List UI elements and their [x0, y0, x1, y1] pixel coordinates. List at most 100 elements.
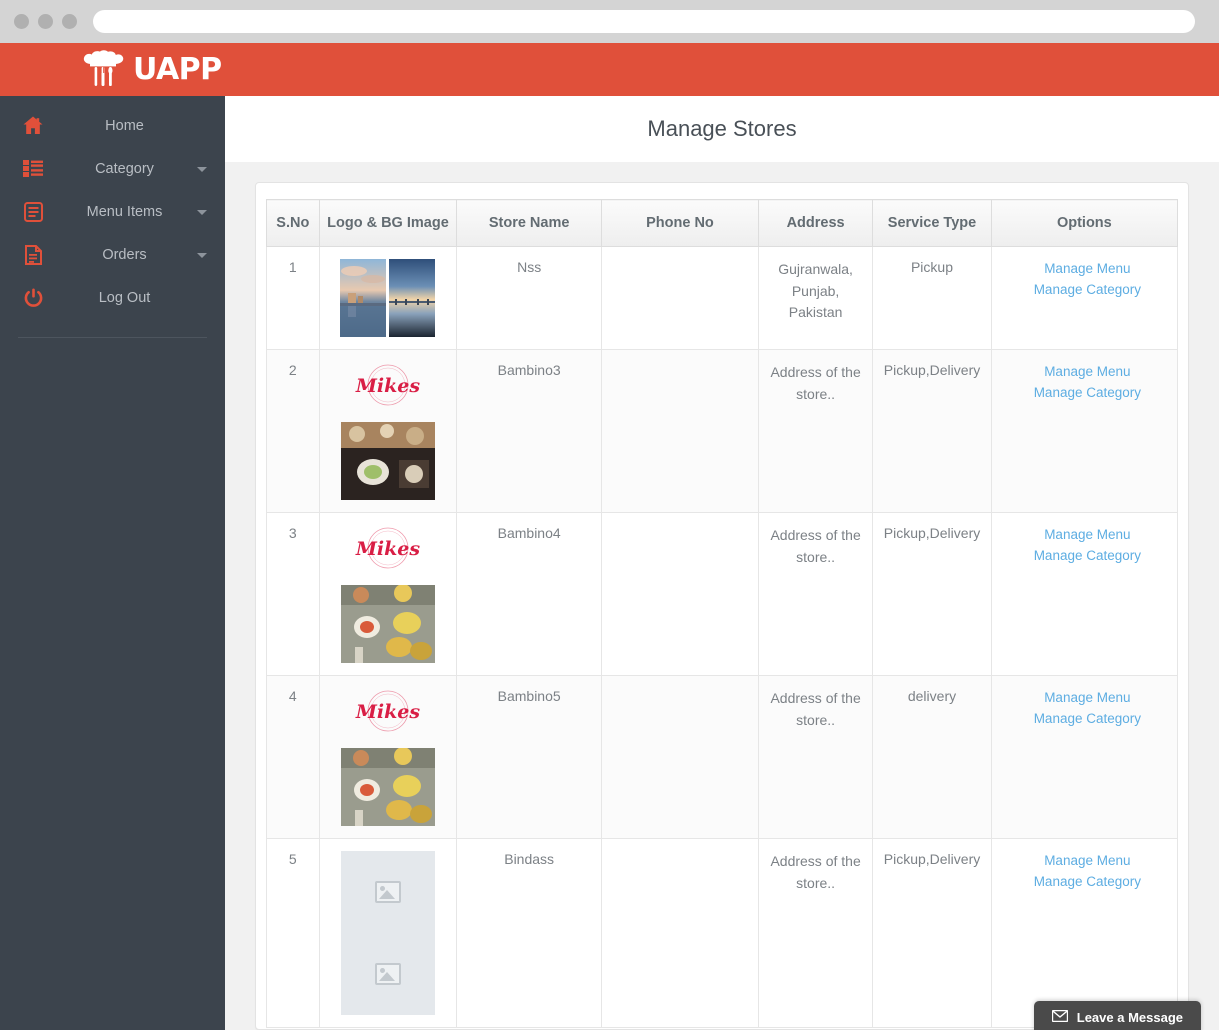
document-icon — [12, 244, 54, 265]
sidebar-item-menu-items[interactable]: Menu Items — [0, 190, 225, 233]
column-header-phone: Phone No — [601, 199, 759, 247]
stores-card-panel: S.No Logo & BG Image Store Name Phone No… — [255, 182, 1189, 1030]
manage-category-link[interactable]: Manage Category — [1006, 280, 1169, 301]
sidebar-item-home[interactable]: Home — [0, 104, 225, 147]
app-header: UAPP — [0, 43, 1219, 96]
cell-store-name: Bambino5 — [456, 675, 603, 839]
chat-widget-label: Leave a Message — [1076, 1010, 1183, 1025]
column-header-sno: S.No — [266, 199, 320, 247]
minimize-dot-icon[interactable] — [38, 14, 53, 29]
store-image-thumbnails — [328, 259, 449, 337]
menu-book-icon — [12, 201, 54, 222]
leave-a-message-widget[interactable]: Leave a Message — [1033, 1001, 1201, 1030]
sidebar-item-orders[interactable]: Orders — [0, 233, 225, 276]
column-header-logo: Logo & BG Image — [318, 199, 458, 247]
store-image-thumbnails — [328, 851, 449, 1015]
envelope-icon — [1051, 1009, 1068, 1025]
column-header-options: Options — [990, 199, 1179, 247]
manage-menu-link[interactable]: Manage Menu — [1006, 362, 1169, 383]
window-controls — [14, 14, 77, 29]
manage-menu-link[interactable]: Manage Menu — [1006, 259, 1169, 280]
manage-category-link[interactable]: Manage Category — [1006, 872, 1169, 893]
cell-sno: 1 — [266, 246, 320, 350]
chevron-down-icon — [197, 252, 207, 258]
cell-options: Manage Menu Manage Category — [990, 349, 1179, 513]
broken-image-icon — [374, 881, 401, 903]
cell-store-name: Bambino4 — [456, 512, 603, 676]
manage-menu-link[interactable]: Manage Menu — [1006, 851, 1169, 872]
page-title: Manage Stores — [647, 116, 797, 141]
table-row: 5 Bindass Address of the store.. Pickup,… — [266, 838, 1179, 1028]
cell-phone — [601, 512, 759, 676]
cell-service-type: Pickup,Delivery — [872, 838, 992, 1028]
sidebar-navigation: Home Category Menu Items Orders Log Out — [0, 96, 225, 1030]
maximize-dot-icon[interactable] — [62, 14, 77, 29]
cell-store-name: Bambino3 — [456, 349, 603, 513]
cell-sno: 3 — [266, 512, 320, 676]
cell-service-type: Pickup — [872, 246, 992, 350]
cell-service-type: Pickup,Delivery — [872, 349, 992, 513]
cell-options: Manage Menu Manage Category — [990, 675, 1179, 839]
broken-image-icon — [374, 963, 401, 985]
column-header-store-name: Store Name — [456, 199, 603, 247]
stores-table-head: S.No Logo & BG Image Store Name Phone No… — [266, 199, 1179, 247]
sidebar-item-log-out[interactable]: Log Out — [0, 276, 225, 319]
content-area: S.No Logo & BG Image Store Name Phone No… — [225, 162, 1219, 1030]
sidebar-item-label: Home — [105, 117, 144, 134]
address-bar-input[interactable] — [93, 10, 1195, 33]
manage-menu-link[interactable]: Manage Menu — [1006, 688, 1169, 709]
cell-logo-bg-image — [318, 246, 458, 350]
main-content: Manage Stores S.No Logo & BG Image Store… — [225, 96, 1219, 1030]
chef-hat-utensils-icon — [80, 49, 126, 90]
close-dot-icon[interactable] — [14, 14, 29, 29]
sidebar-item-label: Log Out — [98, 289, 151, 306]
svg-text:Mikes: Mikes — [355, 701, 421, 723]
cell-store-name: Nss — [456, 246, 603, 350]
cell-phone — [601, 246, 759, 350]
cell-phone — [601, 838, 759, 1028]
store-logo-image: Mikes — [355, 527, 421, 569]
cell-sno: 4 — [266, 675, 320, 839]
table-row: 4 Mikes Bambino5 Address of the store.. … — [266, 675, 1179, 839]
sidebar-item-category[interactable]: Category — [0, 147, 225, 190]
page-body: Home Category Menu Items Orders Log Out … — [0, 96, 1219, 1030]
home-icon — [12, 116, 54, 135]
chevron-down-icon — [197, 166, 207, 172]
brand-name: UAPP — [133, 52, 222, 87]
cell-phone — [601, 675, 759, 839]
manage-category-link[interactable]: Manage Category — [1006, 709, 1169, 730]
table-row: 1 Nss Gujranwala, Punjab, Pakistan Picku… — [266, 246, 1179, 350]
cell-service-type: delivery — [872, 675, 992, 839]
cell-service-type: Pickup,Delivery — [872, 512, 992, 676]
column-header-address: Address — [757, 199, 874, 247]
table-row: 2 Mikes Bambino3 Address of the store.. … — [266, 349, 1179, 513]
store-logo-image: Mikes — [355, 690, 421, 732]
cell-logo-bg-image: Mikes — [318, 512, 458, 676]
manage-menu-link[interactable]: Manage Menu — [1006, 525, 1169, 546]
cell-address: Address of the store.. — [757, 349, 874, 513]
page-title-band: Manage Stores — [225, 96, 1219, 162]
stores-table: S.No Logo & BG Image Store Name Phone No… — [266, 199, 1179, 1028]
table-row: 3 Mikes Bambino4 Address of the store.. … — [266, 512, 1179, 676]
cell-address: Address of the store.. — [757, 512, 874, 676]
cell-sno: 2 — [266, 349, 320, 513]
store-bg-image — [389, 259, 436, 337]
table-header-row: S.No Logo & BG Image Store Name Phone No… — [266, 199, 1179, 247]
cell-address: Address of the store.. — [757, 675, 874, 839]
cell-options: Manage Menu Manage Category — [990, 512, 1179, 676]
manage-category-link[interactable]: Manage Category — [1006, 383, 1169, 404]
cell-phone — [601, 349, 759, 513]
cell-address: Address of the store.. — [757, 838, 874, 1028]
store-logo-image — [340, 259, 387, 337]
svg-text:Mikes: Mikes — [355, 538, 421, 560]
browser-chrome-bar — [0, 0, 1219, 43]
brand-logo-link[interactable]: UAPP — [80, 49, 222, 90]
chevron-down-icon — [197, 209, 207, 215]
cell-sno: 5 — [266, 838, 320, 1028]
manage-category-link[interactable]: Manage Category — [1006, 546, 1169, 567]
broken-image-placeholder-block — [340, 851, 435, 1015]
store-bg-image — [340, 585, 435, 663]
sidebar-divider — [18, 337, 207, 338]
stores-table-body: 1 Nss Gujranwala, Punjab, Pakistan Picku… — [266, 246, 1179, 1028]
svg-text:Mikes: Mikes — [355, 375, 421, 397]
